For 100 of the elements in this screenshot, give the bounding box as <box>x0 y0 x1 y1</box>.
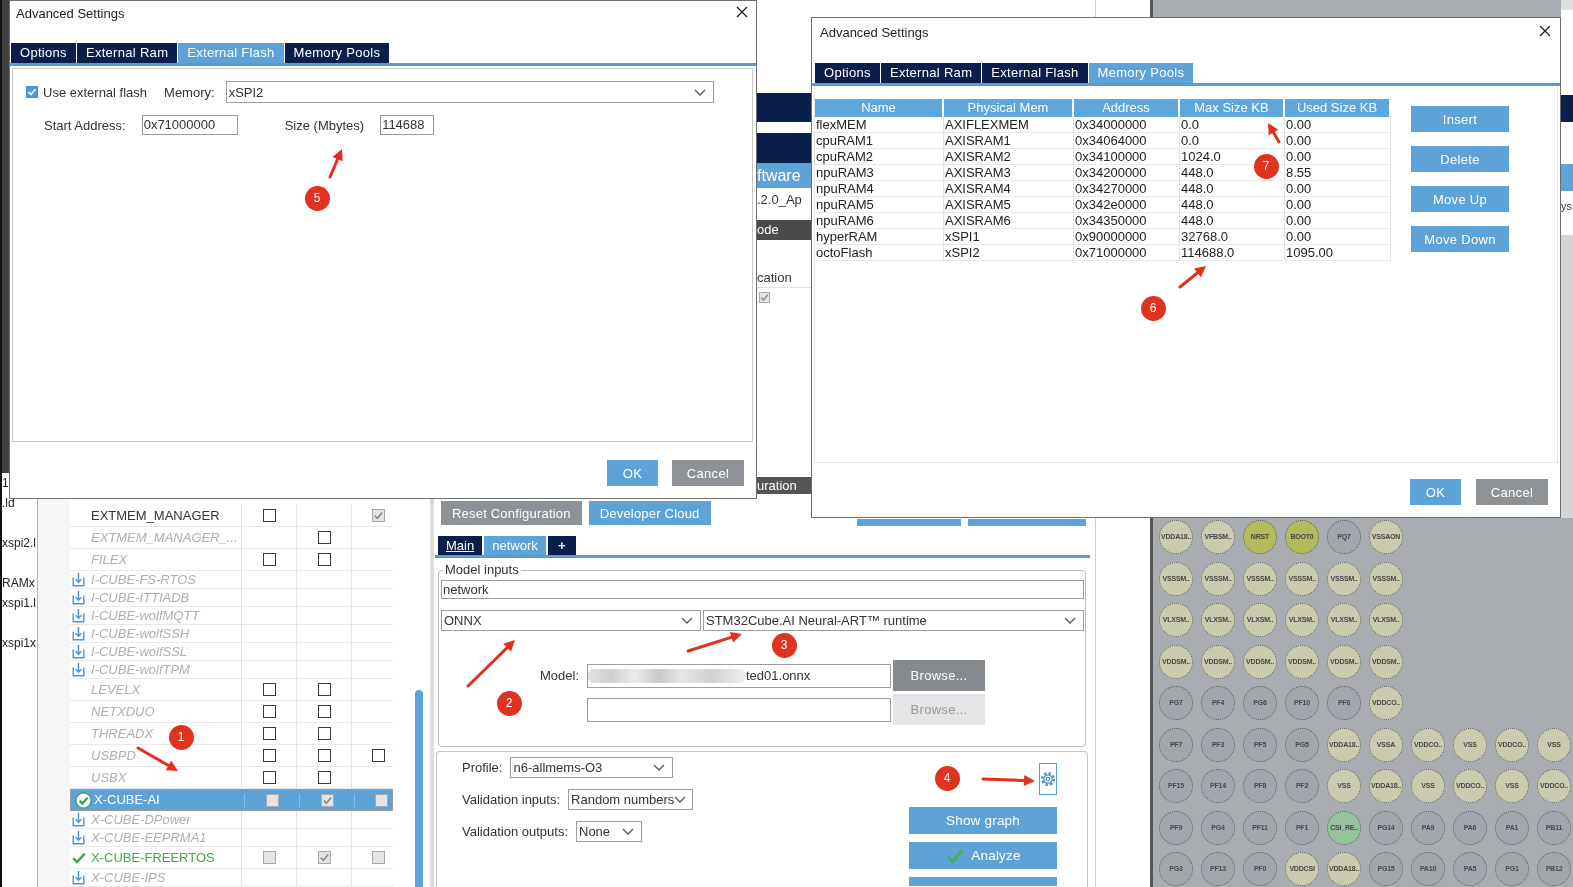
table-cell: AXISRAM4 <box>944 181 1074 197</box>
dialog-button[interactable]: OK <box>1410 479 1461 505</box>
table-cell: 0x34064000 <box>1074 133 1180 149</box>
checkbox[interactable] <box>262 727 276 740</box>
dropdown[interactable]: None <box>576 821 642 842</box>
name-field[interactable]: network <box>441 580 1084 599</box>
checkbox[interactable] <box>26 86 38 98</box>
table-cell: 0.00 <box>1285 149 1391 165</box>
scrollbar[interactable] <box>415 690 423 887</box>
tab[interactable]: External Ram <box>880 63 982 83</box>
action-button[interactable]: Show graph <box>909 807 1057 834</box>
checkbox[interactable] <box>262 683 276 696</box>
tab[interactable]: External Ram <box>76 43 178 63</box>
runtime-select[interactable]: STM32Cube.AI Neural-ART™ runtime <box>703 610 1084 631</box>
table-cell: 0.00 <box>1285 229 1391 245</box>
dialog-button[interactable]: OK <box>607 460 658 486</box>
size-field[interactable]: 114688 <box>380 115 435 135</box>
file-name: 1 <box>2 475 9 492</box>
tab[interactable]: Main <box>438 536 483 555</box>
checkbox[interactable] <box>317 771 331 784</box>
tab[interactable]: External Flash <box>178 43 284 63</box>
checkbox[interactable] <box>317 727 331 740</box>
checkbox[interactable] <box>317 553 331 566</box>
table-cell: hyperRAM <box>815 229 944 245</box>
component-name: USBPD <box>91 747 136 764</box>
download-icon <box>72 830 85 845</box>
checkbox[interactable] <box>759 292 770 303</box>
action-button[interactable]: Analyze <box>909 842 1057 869</box>
table-cell: 0.00 <box>1285 181 1391 197</box>
table-cell: AXISRAM6 <box>944 213 1074 229</box>
toolbar-button[interactable]: Developer Cloud <box>588 501 711 525</box>
table-cell: 0x34350000 <box>1074 213 1180 229</box>
tab[interactable]: Memory Pools <box>1088 63 1194 83</box>
component-row[interactable]: FILEX <box>70 549 393 571</box>
checkbox[interactable] <box>262 509 276 522</box>
table-cell: 0x34100000 <box>1074 149 1180 165</box>
component-name: EXTMEM_MANAGER_... <box>91 529 238 546</box>
tab[interactable]: Options <box>815 63 880 83</box>
component-row[interactable]: I-CUBE-wolfSSH <box>70 625 393 643</box>
checkbox[interactable] <box>262 705 276 718</box>
table-action-button[interactable]: Move Up <box>1411 186 1509 212</box>
table-action-button[interactable]: Move Down <box>1411 226 1509 252</box>
browse-button[interactable]: Browse... <box>893 660 985 691</box>
title-bar <box>1561 0 1573 10</box>
checkbox[interactable] <box>372 749 385 762</box>
component-row[interactable]: X-CUBE-IPS <box>70 869 393 887</box>
component-row[interactable]: LEVELX <box>70 679 393 701</box>
checkbox[interactable] <box>317 683 331 696</box>
checkbox[interactable] <box>317 705 331 718</box>
component-row[interactable]: I-CUBE-wolfMQTT <box>70 607 393 625</box>
partly-hidden-button[interactable]: uration <box>757 477 811 494</box>
file-name: xspi1.l <box>2 595 36 612</box>
memory-select[interactable]: xSPI2 <box>225 81 714 103</box>
tab[interactable]: Options <box>11 43 76 63</box>
component-name: THREADX <box>91 725 154 742</box>
component-name: EXTMEM_MANAGER <box>91 507 220 524</box>
tab[interactable]: network <box>484 536 546 555</box>
dialog-button[interactable]: Cancel <box>1476 479 1548 505</box>
framework-select[interactable]: ONNX <box>441 610 701 631</box>
table-cell: 0.00 <box>1285 213 1391 229</box>
checkbox[interactable] <box>317 531 331 544</box>
component-row[interactable]: EXTMEM_MANAGER_... <box>70 527 393 549</box>
start-address-field[interactable]: 0x71000000 <box>141 115 238 135</box>
checkbox[interactable] <box>262 553 276 566</box>
component-row[interactable]: X-CUBE-DPower <box>70 811 393 829</box>
tab[interactable]: External Flash <box>982 63 1088 83</box>
file-path-field[interactable]: ted01.onnx <box>587 663 891 688</box>
component-row[interactable]: I-CUBE-wolfTPM <box>70 661 393 679</box>
checkbox[interactable] <box>262 771 276 784</box>
dialog-button[interactable]: Cancel <box>672 460 744 486</box>
column-header: Used Size KB <box>1285 99 1391 117</box>
table-cell: cpuRAM2 <box>815 149 944 165</box>
component-row[interactable]: I-CUBE-wolfSSL <box>70 643 393 661</box>
table-cell: 0x90000000 <box>1074 229 1180 245</box>
close-button[interactable] <box>736 6 748 18</box>
dropdown[interactable]: n6-allmems-O3 <box>510 757 674 778</box>
toolbar-button[interactable]: Reset Configuration <box>441 501 582 525</box>
field-label: Validation outputs: <box>462 824 568 839</box>
component-row[interactable]: I-CUBE-FS-RTOS <box>70 571 393 589</box>
file-path-field[interactable] <box>587 697 891 722</box>
table-cell: xSPI2 <box>944 245 1074 261</box>
checkbox[interactable] <box>262 749 276 762</box>
close-button[interactable] <box>1539 25 1551 37</box>
table-cell: 0x342e0000 <box>1074 197 1180 213</box>
component-row[interactable]: NETXDUO <box>70 701 393 723</box>
component-row[interactable]: I-CUBE-ITTIADB <box>70 589 393 607</box>
arrow-icon <box>328 147 345 179</box>
field-label: Start Address: <box>44 117 126 133</box>
tab[interactable]: Memory Pools <box>284 43 390 63</box>
settings-button[interactable] <box>1039 763 1057 795</box>
dropdown[interactable]: Random numbers <box>568 789 694 810</box>
table-cell: 448.0 <box>1180 181 1285 197</box>
table-action-button[interactable]: Delete <box>1411 146 1509 172</box>
component-row[interactable]: X-CUBE-EEPRMA1 <box>70 829 393 847</box>
checkbox[interactable] <box>317 749 331 762</box>
component-row[interactable]: EXTMEM_MANAGER <box>70 505 393 527</box>
chevron-down-icon <box>693 88 706 96</box>
add-tab-button[interactable]: + <box>547 536 576 555</box>
table-action-button[interactable]: Insert <box>1411 106 1509 132</box>
column-header: Address <box>1074 99 1180 117</box>
